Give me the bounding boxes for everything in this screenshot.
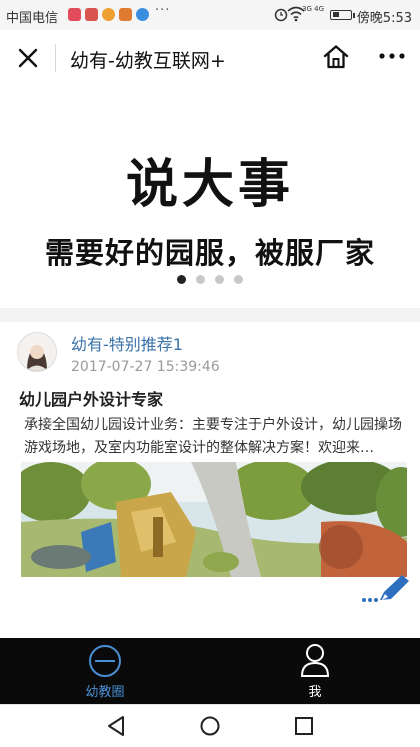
playground-image (21, 462, 407, 577)
tab-label: 我 (308, 685, 322, 700)
carousel-dot[interactable] (234, 275, 243, 284)
more-notifications-icon: ··· (155, 3, 171, 18)
title-divider (55, 44, 56, 72)
bottom-tab-bar: 幼教圈 我 (0, 638, 420, 704)
heart-rate-icon (68, 8, 81, 21)
recent-apps-icon[interactable] (294, 716, 314, 736)
paw-icon (136, 8, 149, 21)
back-icon[interactable] (106, 715, 126, 737)
banner-carousel[interactable]: 说大事 需要好的园服，被服厂家 (0, 86, 420, 308)
post-image[interactable] (21, 462, 407, 577)
edit-post-icon[interactable] (360, 573, 412, 607)
person-icon (300, 644, 330, 677)
notification-icon (102, 8, 115, 21)
home-icon[interactable] (322, 44, 350, 70)
carousel-dot[interactable] (215, 275, 224, 284)
circle-line-icon (89, 645, 121, 677)
user-avatar-icon (18, 333, 56, 371)
home-button-icon[interactable] (199, 715, 221, 737)
system-navigation-bar (0, 704, 420, 747)
medal-icon (119, 8, 132, 21)
tab-label: 幼教圈 (85, 685, 125, 700)
battery-icon (330, 10, 352, 20)
more-options-icon[interactable] (379, 52, 405, 60)
post-title[interactable]: 幼儿园户外设计专家 (19, 386, 163, 410)
title-bar: 幼有-幼教互联网+ (0, 30, 420, 86)
page-title: 幼有-幼教互联网+ (70, 50, 226, 72)
post-timestamp: 2017-07-27 15:39:46 (71, 359, 220, 375)
tab-circle[interactable]: 幼教圈 (70, 638, 140, 704)
carousel-dot[interactable] (196, 275, 205, 284)
clock: 傍晚5:53 (356, 11, 412, 26)
carousel-dot[interactable] (177, 275, 186, 284)
status-bar: 中国电信 ··· 3G 4G 傍晚5:53 (0, 0, 420, 30)
alarm-icon (274, 8, 288, 22)
app-notification-icon (85, 8, 98, 21)
battery-tip (353, 13, 355, 18)
banner-headline: 说大事 (125, 154, 294, 215)
post-author[interactable]: 幼有-特别推荐1 (71, 331, 183, 355)
post-excerpt[interactable]: 承接全国幼儿园设计业务：主要专注于户外设计，幼儿园操场游戏场地，及室内功能室设计… (24, 414, 404, 460)
signal-icon: 3G 4G (302, 5, 324, 13)
close-icon[interactable] (17, 47, 39, 69)
carrier-label: 中国电信 (6, 11, 59, 26)
post-card[interactable]: 幼有-特别推荐1 2017-07-27 15:39:46 幼儿园户外设计专家 承… (0, 322, 420, 638)
tab-me[interactable]: 我 (280, 638, 350, 704)
banner-subline: 需要好的园服，被服厂家 (44, 236, 375, 270)
avatar[interactable] (17, 332, 57, 372)
section-divider (0, 308, 420, 322)
